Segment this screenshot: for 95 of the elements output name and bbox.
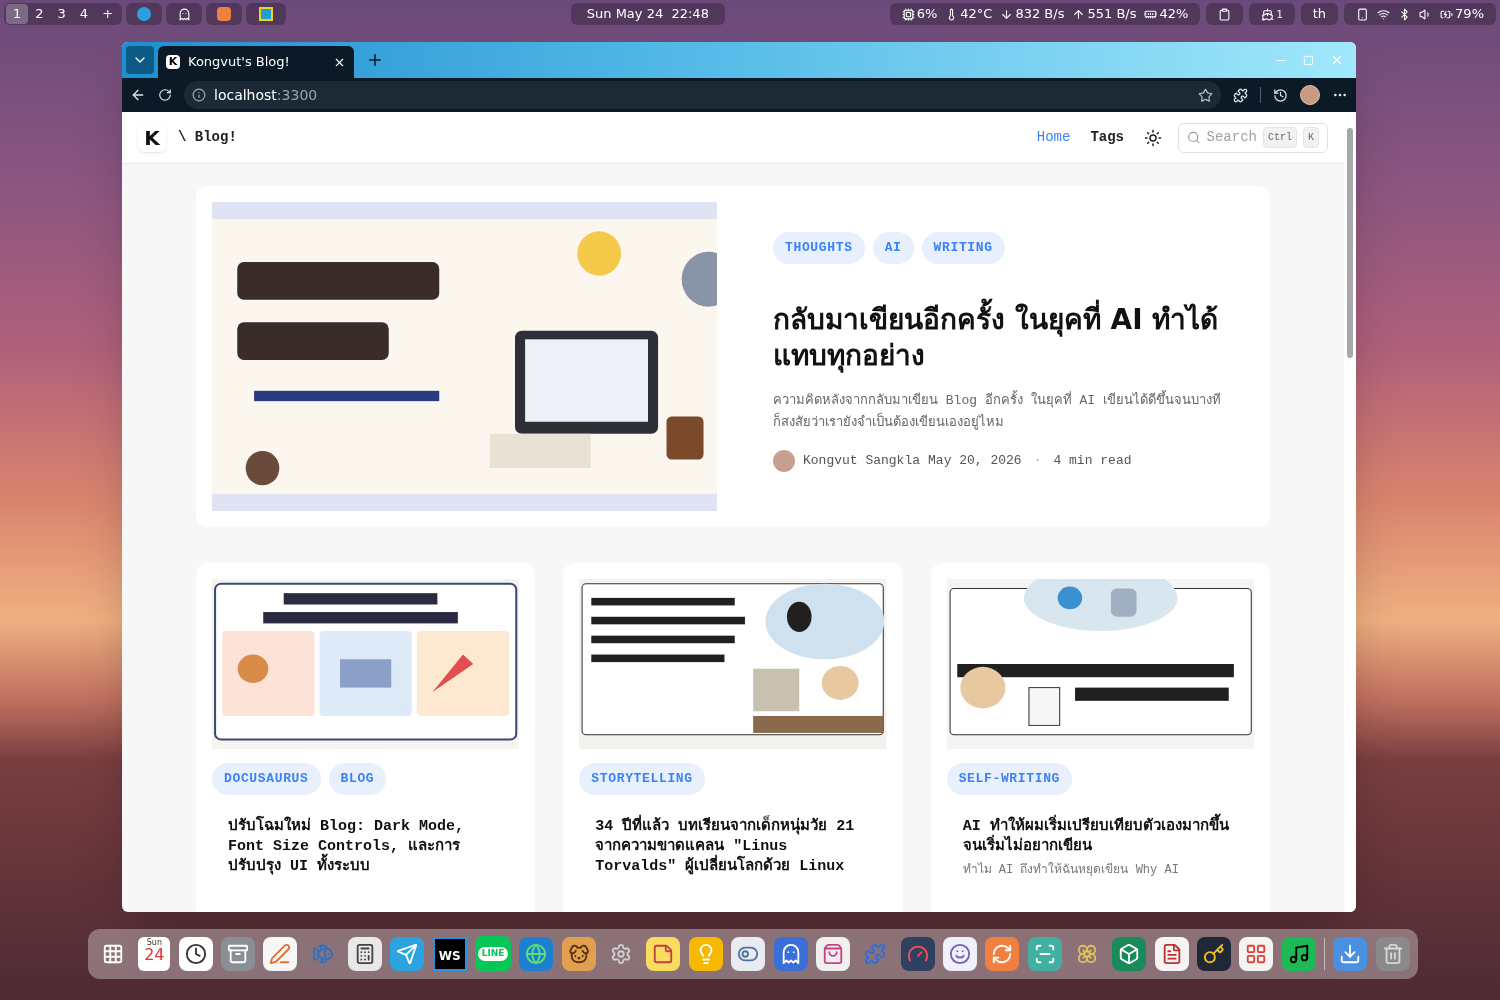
ghost-icon[interactable] <box>166 3 203 25</box>
notes-icon[interactable] <box>206 3 243 25</box>
document-icon[interactable] <box>1154 937 1189 971</box>
status-reading: 42°C <box>960 5 993 24</box>
tab-list-button[interactable] <box>126 46 154 74</box>
scrollbar[interactable] <box>1344 112 1356 912</box>
browser-tab[interactable]: K Kongvut's Blog! <box>158 46 354 78</box>
site-logo[interactable]: K <box>138 123 166 152</box>
history-icon[interactable] <box>1273 87 1288 103</box>
post-title[interactable]: 34 ปีที่แล้ว บทเรียนจากเด็กหนุ่มวัย 21 จากความขาดแคลน "Linus Torvalds" ผู้เปลี่ยนโลกด้วย Linux <box>579 816 887 877</box>
search-placeholder: Search <box>1206 128 1257 147</box>
clipboard-icon <box>1218 7 1232 21</box>
favicon: K <box>166 55 180 69</box>
gauge-icon[interactable] <box>900 937 935 971</box>
search-field[interactable]: Search Ctrl K <box>1178 122 1328 153</box>
shortcut-key: Ctrl <box>1262 127 1297 148</box>
status-reading: 42% <box>1159 5 1189 24</box>
archive-icon[interactable] <box>221 937 256 971</box>
workspace-button[interactable]: 3 <box>50 4 73 24</box>
new-tab-icon[interactable] <box>366 51 384 69</box>
post-date: May 20, 2026 <box>928 451 1022 470</box>
ide-icon[interactable] <box>246 3 287 25</box>
download-folder-icon[interactable] <box>1333 937 1368 971</box>
calculator-icon[interactable] <box>348 937 383 971</box>
paper-plane-icon[interactable] <box>390 937 425 971</box>
url-text: localhost:3300 <box>214 85 319 105</box>
nav-link[interactable]: Home <box>1036 127 1071 148</box>
sync-icon[interactable] <box>985 937 1020 971</box>
browser-icon[interactable] <box>126 3 163 25</box>
toggle-icon[interactable] <box>731 937 766 971</box>
post-excerpt: ทำไม AI ถึงทำให้ฉันหยุดเขียน Why AI <box>961 861 1180 879</box>
info-icon[interactable] <box>192 88 206 102</box>
clock-icon[interactable] <box>178 937 213 971</box>
globe-icon[interactable] <box>519 937 554 971</box>
keyboard-layout[interactable]: th <box>1312 4 1327 24</box>
status-reading: 1 <box>1276 7 1283 22</box>
scanner-icon[interactable] <box>1027 937 1062 971</box>
profile-avatar[interactable] <box>1300 85 1320 105</box>
reload-icon[interactable] <box>158 88 172 102</box>
cpu-icon <box>901 7 915 21</box>
trash-icon[interactable] <box>1375 937 1410 971</box>
calendar-day: 24 <box>144 947 165 963</box>
workspace-button[interactable]: 1 <box>6 4 29 24</box>
box-icon[interactable] <box>1112 937 1147 971</box>
shortcut-key: K <box>1303 127 1319 148</box>
shopping-bag-icon[interactable] <box>815 937 850 971</box>
separator-dot: · <box>1032 451 1043 470</box>
extensions-icon[interactable] <box>1233 87 1248 103</box>
ship-icon <box>1261 7 1275 21</box>
address-bar[interactable]: localhost:3300 <box>184 81 1221 109</box>
pencil-icon[interactable] <box>263 937 298 971</box>
status-reading: 551 B/s <box>1087 5 1137 24</box>
post-title[interactable]: ปรับโฉมใหม่ Blog: Dark Mode, Font Size Controls, และการปรับปรุง UI ทั้งระบบ <box>212 816 520 877</box>
ide-app-icon[interactable]: WS <box>432 937 467 971</box>
status-pill[interactable]: 1 <box>1249 3 1295 25</box>
post-card[interactable]: DOCUSAURUS BLOG ปรับโฉมใหม่ Blog: Dark Mode, Font Size Controls, และการปรับปรุง UI ทั้งระบบ <box>196 563 536 912</box>
clock[interactable]: Sun May 24 22:48 <box>570 3 725 25</box>
status-pill[interactable]: th <box>1300 3 1339 25</box>
up-arrow-icon <box>1072 7 1086 21</box>
status-pill[interactable] <box>1206 3 1244 25</box>
app-store-icon[interactable] <box>1239 937 1274 971</box>
music-icon[interactable] <box>1281 937 1316 971</box>
featured-post-card[interactable] <box>196 186 1270 527</box>
post-card[interactable]: SELF-WRITING AI ทำให้ผมเริ่มเปรียบเทียบตัวเองมากขึ้น จนเริ่มไม่อยากเขียน ทำไม AI ถึงทำให้ฉันหยุดเขียน Why AI <box>930 563 1270 912</box>
wifi-icon[interactable] <box>1377 7 1391 21</box>
author-name: Kongvut Sangkla <box>803 451 921 470</box>
back-icon[interactable] <box>130 87 146 103</box>
key-icon[interactable] <box>1196 937 1231 971</box>
nav-link[interactable]: Tags <box>1090 127 1124 148</box>
bookmark-star-icon[interactable] <box>1198 87 1213 103</box>
author-avatar <box>773 449 795 472</box>
ghost-icon[interactable] <box>773 937 808 971</box>
workspace-button[interactable]: 2 <box>28 4 51 24</box>
calendar-app-icon[interactable]: Sun 24 <box>138 937 171 971</box>
status-reading: 832 B/s <box>1015 5 1065 24</box>
search-icon <box>1187 130 1201 145</box>
battery-level: 79% <box>1455 5 1484 24</box>
read-time: 4 min read <box>1053 451 1132 470</box>
workspace-button[interactable]: 4 <box>72 4 96 24</box>
status-pill[interactable]: 79% <box>1344 3 1496 25</box>
dog-icon[interactable] <box>561 937 596 971</box>
status-reading: 6% <box>916 5 938 24</box>
down-arrow-icon <box>1000 7 1014 21</box>
status-pill[interactable]: 6% 42°C 832 B/s 551 B/s 42% <box>889 3 1201 25</box>
phone-icon[interactable] <box>1356 7 1370 21</box>
post-card[interactable]: STORYTELLING 34 ปีที่แล้ว บทเรียนจากเด็กหนุ่มวัย 21 จากความขาดแคลน "Linus Torvalds" ผู้เปลี่ยนโลกด้วย Linux <box>563 563 903 912</box>
theme-toggle-icon[interactable] <box>1144 128 1162 147</box>
smiley-icon[interactable] <box>942 937 977 971</box>
workspace-button[interactable]: + <box>95 4 121 24</box>
calendar-weekday: Sun <box>146 939 162 947</box>
site-title: \ Blog! <box>178 128 237 147</box>
lightbulb-icon[interactable] <box>688 937 723 971</box>
sticky-note-icon[interactable] <box>646 937 681 971</box>
tab-title: Kongvut's Blog! <box>188 53 291 72</box>
post-excerpt: ความคิดหลังจากกลับมาเขียน Blog อีกครั้ง ในยุคที่ AI เขียนได้ดีขึ้นจนบางทีก็สงสัยว่าเรายังจำเป็นต้องเขียนเองอยู่ไหม <box>773 389 1222 432</box>
